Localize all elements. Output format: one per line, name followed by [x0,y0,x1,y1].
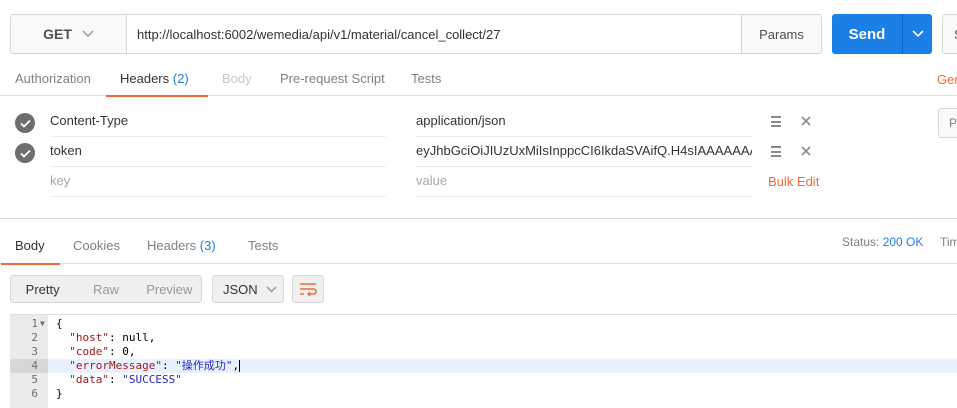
header-value-input[interactable]: application/json [416,107,752,137]
json-key: "code" [69,345,109,358]
code-text: } [56,387,63,401]
tab-label: Body [15,238,45,253]
new-header-row: key value Bulk Edit [0,167,957,197]
request-tabs: Authorization Headers (2) Body Pre-reque… [0,62,957,97]
check-icon [19,119,31,128]
tab-body[interactable]: Body [222,62,252,96]
method-label: GET [43,26,72,42]
close-icon[interactable] [800,115,812,127]
header-row: token eyJhbGciOiJIUzUxMiIsInppcCI6IkdaSV… [0,137,957,167]
tab-authorization[interactable]: Authorization [15,62,91,96]
wrap-lines-icon [300,283,317,296]
header-key-input[interactable]: Content-Type [50,107,386,137]
json-key: "data" [69,373,109,386]
bulk-edit-link[interactable]: Bulk Edit [768,167,819,197]
tab-label: Pre-request Script [280,71,385,86]
tab-label: Body [222,71,252,86]
tab-label: Cookies [73,238,120,253]
line-number: 3 [31,345,38,358]
chevron-down-icon [266,285,277,293]
chevron-down-icon [82,30,94,38]
params-button[interactable]: Params [741,15,821,53]
tab-count: (2) [172,71,189,86]
tab-cookies[interactable]: Cookies [73,228,120,264]
header-row: Content-Type application/json [0,107,957,137]
tab-response-headers[interactable]: Headers (3) [147,228,216,264]
line-number: 4 [10,359,48,373]
code-punct: { [56,317,63,330]
code-text: "host": null, [69,331,156,344]
drag-handle-icon[interactable] [771,116,781,127]
format-label: JSON [223,281,258,297]
chevron-down-icon [911,30,924,38]
json-value: null, [122,331,156,344]
pretty-button[interactable]: Pretty [11,276,74,302]
new-value-input[interactable]: value [416,167,752,197]
status-label: Status: [842,235,880,249]
new-key-input[interactable]: key [50,167,386,197]
tab-label: Tests [411,71,442,86]
json-string: "操作成功" [175,359,233,372]
code-text: "code": 0, [69,345,136,358]
code-text: "data": "SUCCESS" [69,373,182,386]
save-button[interactable]: S [942,14,957,54]
code-line: 3 "code": 0, [10,345,957,359]
tab-test-results[interactable]: Tests [248,228,278,264]
tab-label: Tests [248,238,279,253]
generate-code-link[interactable]: Gen [937,62,957,96]
tab-label: Headers [147,238,197,253]
code-line: 5 "data": "SUCCESS" [10,373,957,387]
code-punct: } [56,387,63,400]
json-value: 0, [122,345,136,358]
header-key-input[interactable]: token [50,137,386,167]
url-input[interactable]: http://localhost:6002/wemedia/api/v1/mat… [127,15,741,53]
check-icon [19,149,31,158]
line-number: 6 [31,387,38,400]
view-mode-group: Pretty Raw Preview [10,275,202,303]
enable-checkbox[interactable] [15,113,35,133]
tab-label: Authorization [15,71,91,86]
format-select[interactable]: JSON [212,275,284,303]
send-button[interactable]: Send [832,14,902,54]
json-key: "host" [69,331,109,344]
preview-button[interactable]: Preview [138,276,201,302]
tab-count: (3) [199,238,216,253]
tab-label: Headers [120,71,170,86]
code-line: 6 } [10,387,957,401]
status-code: 200 OK [882,235,924,249]
wrap-lines-button[interactable] [292,275,324,303]
status-indicator: Status: 200 OK [842,228,923,256]
response-body-editor[interactable]: 1 ▼ { 2 "host": null, 3 "code": 0, 4 "er… [10,314,957,408]
json-key: "errorMessage" [69,359,162,372]
enable-checkbox[interactable] [15,143,35,163]
method-select[interactable]: GET [11,15,127,53]
text-cursor [239,360,241,372]
code-line: 2 "host": null, [10,331,957,345]
tab-response-body[interactable]: Body [1,228,60,265]
response-tabs: Body Cookies Headers (3) Tests Status: 2… [0,228,957,265]
request-bar: GET http://localhost:6002/wemedia/api/v1… [10,14,822,54]
drag-handle-icon[interactable] [771,146,781,157]
tab-tests[interactable]: Tests [411,62,441,96]
pane-divider[interactable] [0,218,957,219]
json-string: "SUCCESS" [122,373,182,386]
close-icon[interactable] [800,145,812,157]
time-indicator: Tim [940,235,957,249]
code-line-active: 4 "errorMessage": "操作成功", [10,359,957,373]
code-line: 1 ▼ { [10,317,957,331]
raw-button[interactable]: Raw [74,276,137,302]
tab-pre-request-script[interactable]: Pre-request Script [280,62,385,96]
line-number: 2 [31,331,38,344]
fold-arrow-icon[interactable]: ▼ [40,317,45,331]
code-text: { [56,317,63,331]
line-number: 5 [31,373,38,386]
send-options-button[interactable] [902,14,932,54]
tab-headers[interactable]: Headers (2) [106,62,208,97]
code-punct: , [232,359,240,372]
presets-button[interactable]: Pr [938,108,957,138]
code-text: "errorMessage": "操作成功", [69,359,241,372]
header-value-input[interactable]: eyJhbGciOiJIUzUxMiIsInppcCI6IkdaSVAifQ.H… [416,137,752,167]
